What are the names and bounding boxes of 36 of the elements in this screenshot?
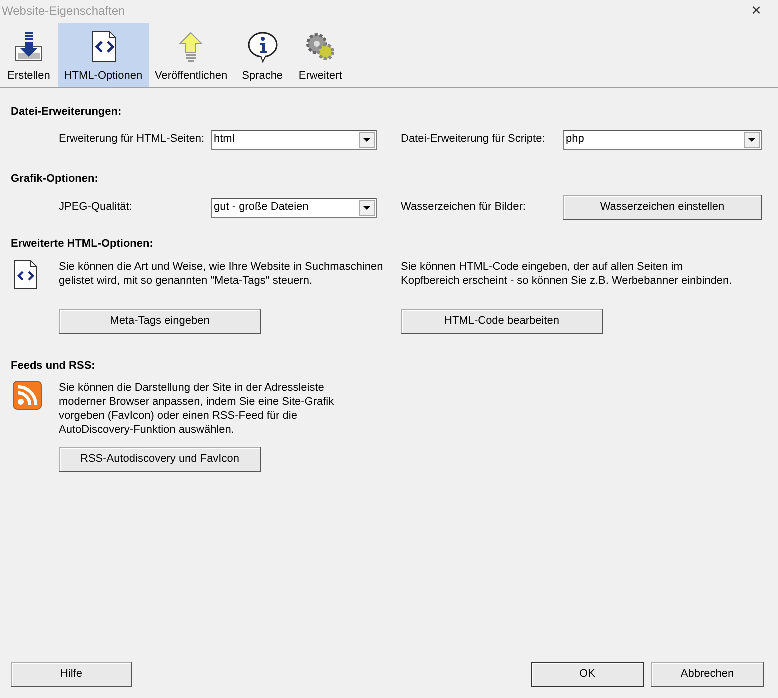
description-text: Sie können die Art und Weise, wie Ihre Website in Suchmaschinen gelistet wird, mit so genannten "Meta-Tags" steuern. bbox=[59, 260, 384, 288]
watermark-button[interactable]: Wasserzeichen einstellen bbox=[563, 195, 762, 220]
rss-favicon-button[interactable]: RSS-Autodiscovery und FavIcon bbox=[59, 447, 261, 472]
section-heading: Feeds und RSS: bbox=[11, 358, 96, 374]
field-label: Wasserzeichen für Bilder: bbox=[401, 200, 527, 216]
rss-icon bbox=[13, 381, 42, 410]
dropdown-arrow-icon bbox=[748, 138, 756, 142]
field-label: Datei-Erweiterung für Scripte: bbox=[401, 132, 546, 148]
help-button[interactable]: Hilfe bbox=[11, 662, 132, 687]
script-extension-dropdown[interactable]: php bbox=[563, 130, 762, 150]
jpeg-quality-dropdown[interactable]: gut - große Dateien bbox=[211, 198, 377, 218]
gears-icon bbox=[304, 31, 337, 63]
section-heading: Grafik-Optionen: bbox=[11, 172, 100, 186]
dropdown-arrow-icon bbox=[363, 206, 371, 210]
info-speech-bubble-icon bbox=[246, 31, 279, 63]
close-button[interactable]: ✕ bbox=[737, 1, 776, 21]
window-title: Website-Eigenschaften bbox=[2, 3, 126, 20]
field-label: JPEG-Qualität: bbox=[59, 200, 134, 216]
toolbar-tab[interactable]: Sprache bbox=[234, 23, 292, 87]
toolbar-tab[interactable]: Erstellen bbox=[0, 23, 58, 87]
code-document-icon bbox=[14, 260, 38, 290]
html-extension-dropdown[interactable]: html bbox=[211, 130, 377, 150]
dropdown-arrow-icon bbox=[363, 138, 371, 142]
cancel-button[interactable]: Abbrechen bbox=[651, 662, 764, 687]
ok-button[interactable]: OK bbox=[531, 662, 644, 687]
description-text: Sie können HTML-Code eingeben, der auf allen Seiten im Kopfbereich erscheint - so können Sie z.B. Werbebanner einbinden. bbox=[401, 260, 734, 288]
toolbar-tab[interactable]: HTML-Optionen bbox=[58, 23, 149, 87]
download-icon bbox=[13, 31, 45, 63]
section-heading: Erweiterte HTML-Optionen: bbox=[11, 237, 154, 252]
description-text: Sie können die Darstellung der Site in der Adressleiste moderner Browser anpassen, indem Sie eine Site-Grafik vorgeben (FavIcon) oder einen RSS-Feed für die AutoDiscovery-Funktion auswählen. bbox=[59, 381, 336, 437]
meta-tags-button[interactable]: Meta-Tags eingeben bbox=[59, 308, 261, 334]
toolbar-tab[interactable]: Erweitert bbox=[292, 23, 350, 87]
section-heading: Datei-Erweiterungen: bbox=[11, 105, 123, 120]
toolbar-tab[interactable]: Veröffentlichen bbox=[149, 23, 234, 87]
field-label: Erweiterung für HTML-Seiten: bbox=[59, 132, 206, 148]
html-code-button[interactable]: HTML-Code bearbeiten bbox=[401, 308, 603, 334]
